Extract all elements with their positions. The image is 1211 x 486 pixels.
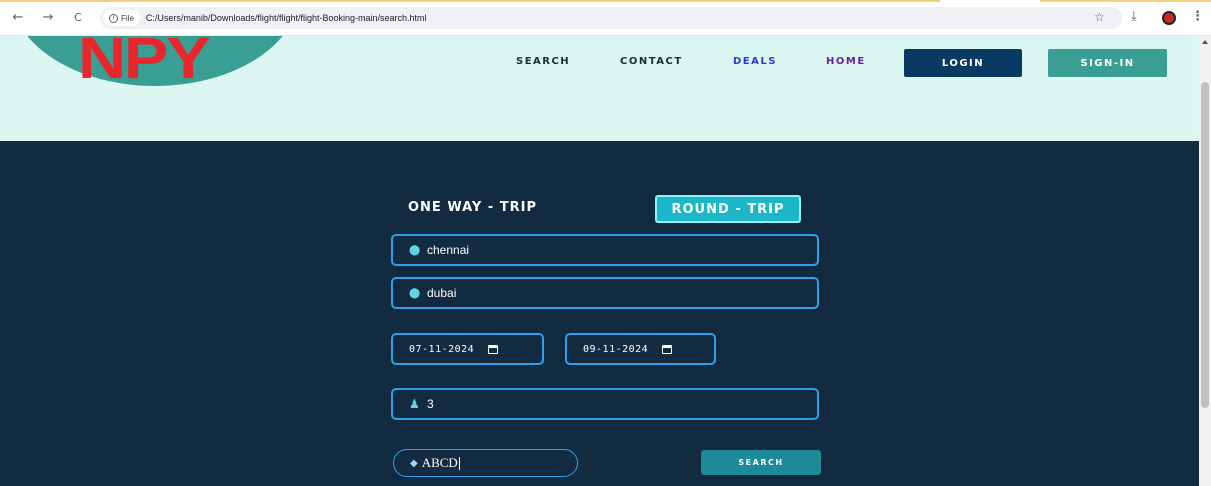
- to-value: dubai: [427, 286, 457, 300]
- promo-code-input[interactable]: ◆ ABCD: [393, 449, 578, 477]
- passengers-input[interactable]: ♟ 3: [391, 388, 819, 420]
- passengers-value: 3: [427, 397, 434, 411]
- login-button[interactable]: LOGIN: [904, 49, 1022, 77]
- person-icon: ♟: [409, 397, 420, 411]
- search-button[interactable]: SEARCH: [701, 450, 821, 475]
- browser-toolbar: ← → C i File C:/Users/manib/Downloads/fl…: [0, 0, 1211, 36]
- address-bar[interactable]: i File C:/Users/manib/Downloads/flight/f…: [100, 7, 1122, 29]
- browser-menu-icon[interactable]: ⋮: [1191, 9, 1204, 24]
- scroll-thumb[interactable]: [1201, 82, 1209, 408]
- site-info-chip[interactable]: i File: [103, 10, 140, 26]
- page-scrollbar[interactable]: [1199, 36, 1211, 486]
- from-value: chennai: [427, 243, 470, 257]
- reload-icon[interactable]: C: [70, 10, 86, 26]
- download-icon[interactable]: ⤓: [1131, 9, 1137, 24]
- back-icon[interactable]: ←: [10, 10, 26, 26]
- calendar-icon[interactable]: [662, 344, 673, 354]
- oneway-trip-option[interactable]: ONE WAY - TRIP: [408, 200, 537, 215]
- promo-value: ABCD: [421, 455, 458, 470]
- from-input[interactable]: ⬤ chennai: [391, 234, 819, 266]
- nav-contact[interactable]: CONTACT: [620, 56, 683, 67]
- return-date-input[interactable]: 09-11-2024: [565, 333, 716, 365]
- scroll-up-arrow-icon[interactable]: [1202, 40, 1208, 44]
- loading-bar: [0, 0, 1211, 3]
- round-trip-button[interactable]: ROUND - TRIP: [655, 195, 801, 223]
- calendar-icon[interactable]: [488, 344, 499, 354]
- forward-icon[interactable]: →: [40, 10, 56, 26]
- site-logo[interactable]: NPY: [78, 36, 211, 88]
- depart-date-input[interactable]: 07-11-2024: [391, 333, 544, 365]
- to-input[interactable]: ⬤ dubai: [391, 277, 819, 309]
- nav-search[interactable]: SEARCH: [516, 56, 570, 67]
- nav-deals[interactable]: DEALS: [733, 56, 777, 67]
- info-icon: i: [109, 13, 118, 23]
- text-cursor: [458, 456, 460, 470]
- bookmark-star-icon[interactable]: ☆: [1094, 10, 1105, 24]
- search-section: ONE WAY - TRIP ROUND - TRIP ⬤ chennai ⬤ …: [0, 141, 1199, 486]
- signin-button[interactable]: SIGN-IN: [1048, 49, 1167, 77]
- location-pin-icon: ⬤: [409, 244, 421, 256]
- file-label: File: [121, 13, 134, 23]
- profile-avatar[interactable]: [1162, 11, 1176, 25]
- return-date-value: 09-11-2024: [583, 343, 649, 355]
- nav-home[interactable]: HOME: [826, 56, 866, 67]
- depart-date-value: 07-11-2024: [409, 343, 475, 355]
- site-header: NPY SEARCH CONTACT DEALS HOME LOGIN SIGN…: [0, 36, 1199, 141]
- location-pin-icon: ⬤: [409, 287, 421, 299]
- url-text[interactable]: C:/Users/manib/Downloads/flight/flight/f…: [146, 13, 427, 23]
- tag-icon: ◆: [410, 457, 418, 469]
